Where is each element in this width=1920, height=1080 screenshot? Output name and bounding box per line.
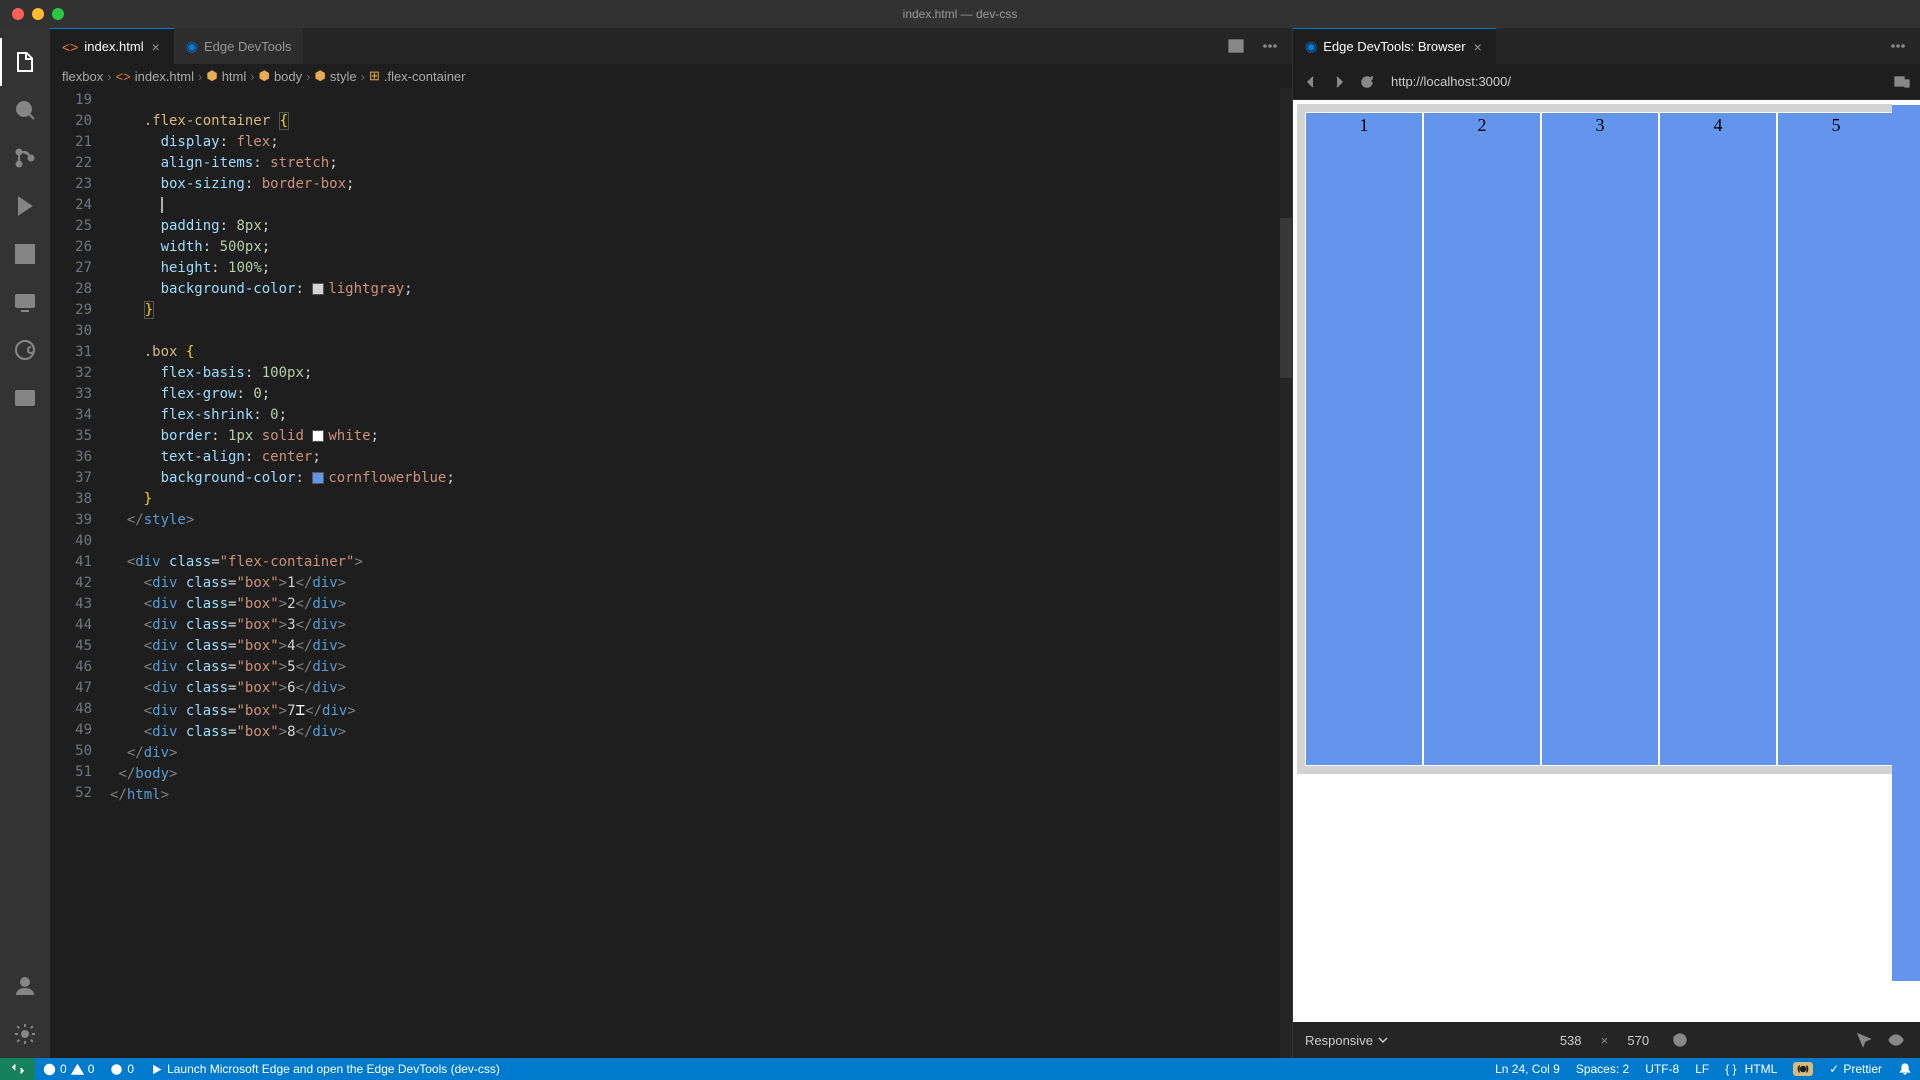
more-actions-icon[interactable] bbox=[1886, 34, 1910, 58]
launch-edge-button[interactable]: Launch Microsoft Edge and open the Edge … bbox=[142, 1058, 508, 1080]
code-content[interactable]: .flex-container { display: flex; align-i… bbox=[110, 88, 1280, 1058]
demo-box: 4 bbox=[1659, 112, 1777, 766]
tab-label: Edge DevTools bbox=[204, 39, 291, 54]
split-editor-icon[interactable] bbox=[1224, 34, 1248, 58]
width-input[interactable] bbox=[1549, 1033, 1593, 1048]
eol[interactable]: LF bbox=[1687, 1058, 1717, 1080]
reload-icon[interactable] bbox=[1359, 74, 1375, 90]
edge-icon: ◉ bbox=[1305, 38, 1317, 55]
titlebar: index.html — dev-css bbox=[0, 0, 1920, 28]
devices-icon[interactable] bbox=[1894, 74, 1910, 90]
browser-viewport: 12345 bbox=[1293, 100, 1920, 1022]
accounts-icon[interactable] bbox=[0, 962, 50, 1010]
minimize-icon[interactable] bbox=[32, 8, 44, 20]
extensions-icon[interactable] bbox=[0, 230, 50, 278]
source-control-icon[interactable] bbox=[0, 134, 50, 182]
forward-icon[interactable] bbox=[1331, 74, 1347, 90]
edge-icon: ◉ bbox=[186, 38, 198, 55]
run-debug-icon[interactable] bbox=[0, 182, 50, 230]
back-icon[interactable] bbox=[1303, 74, 1319, 90]
chevron-down-icon bbox=[1377, 1034, 1389, 1046]
encoding[interactable]: UTF-8 bbox=[1637, 1058, 1687, 1080]
indentation[interactable]: Spaces: 2 bbox=[1568, 1058, 1637, 1080]
line-numbers: 1920212223242526272829303132333435363738… bbox=[50, 88, 110, 1058]
demo-box: 1 bbox=[1305, 112, 1423, 766]
editor-tabs: <> index.html × ◉ Edge DevTools bbox=[50, 28, 1292, 64]
close-icon[interactable]: × bbox=[1472, 37, 1484, 57]
close-icon[interactable] bbox=[12, 8, 24, 20]
device-mode-select[interactable]: Responsive bbox=[1305, 1033, 1389, 1048]
cursor-position[interactable]: Ln 24, Col 9 bbox=[1487, 1058, 1568, 1080]
screencast-icon[interactable] bbox=[0, 278, 50, 326]
settings-icon[interactable] bbox=[0, 1010, 50, 1058]
language-mode[interactable]: { }HTML bbox=[1717, 1058, 1785, 1080]
activity-bar bbox=[0, 28, 50, 1058]
window-title: index.html — dev-css bbox=[903, 7, 1018, 21]
errors-warnings[interactable]: 0 0 bbox=[35, 1058, 102, 1080]
maximize-icon[interactable] bbox=[52, 8, 64, 20]
height-input[interactable] bbox=[1616, 1033, 1660, 1048]
tab-label: Edge DevTools: Browser bbox=[1323, 39, 1465, 54]
panel-tabs: ◉ Edge DevTools: Browser × bbox=[1293, 28, 1920, 64]
tab-label: index.html bbox=[84, 39, 143, 54]
remote-button[interactable] bbox=[0, 1058, 35, 1080]
html-file-icon: <> bbox=[116, 69, 131, 84]
tab-devtools-browser[interactable]: ◉ Edge DevTools: Browser × bbox=[1293, 28, 1496, 64]
devtools-navbar bbox=[1293, 64, 1920, 100]
demo-box: 2 bbox=[1423, 112, 1541, 766]
html-file-icon: <> bbox=[62, 39, 78, 55]
edge-icon[interactable] bbox=[0, 326, 50, 374]
inspect-icon[interactable] bbox=[1852, 1028, 1876, 1052]
notifications-icon[interactable] bbox=[1890, 1058, 1920, 1080]
go-live[interactable] bbox=[1785, 1058, 1821, 1080]
device-toolbar: Responsive × bbox=[1293, 1022, 1920, 1058]
tab-index-html[interactable]: <> index.html × bbox=[50, 28, 174, 64]
more-actions-icon[interactable] bbox=[1258, 34, 1282, 58]
window-controls bbox=[0, 8, 64, 20]
close-icon[interactable]: × bbox=[150, 37, 162, 57]
code-editor[interactable]: 1920212223242526272829303132333435363738… bbox=[50, 88, 1292, 1058]
demo-box: 3 bbox=[1541, 112, 1659, 766]
breadcrumb[interactable]: flexbox› <> index.html› ⬢ html› ⬢ body› … bbox=[50, 64, 1292, 88]
media-icon[interactable] bbox=[0, 374, 50, 422]
tab-edge-devtools[interactable]: ◉ Edge DevTools bbox=[174, 28, 304, 64]
statusbar: 0 0 0 Launch Microsoft Edge and open the… bbox=[0, 1058, 1920, 1080]
port-forwarding[interactable]: 0 bbox=[102, 1058, 142, 1080]
demo-box: 5 bbox=[1777, 112, 1895, 766]
url-input[interactable] bbox=[1387, 70, 1882, 93]
prettier[interactable]: ✓ Prettier bbox=[1821, 1058, 1890, 1080]
rotate-icon[interactable] bbox=[1668, 1028, 1692, 1052]
eye-icon[interactable] bbox=[1884, 1028, 1908, 1052]
explorer-icon[interactable] bbox=[0, 38, 50, 86]
search-icon[interactable] bbox=[0, 86, 50, 134]
